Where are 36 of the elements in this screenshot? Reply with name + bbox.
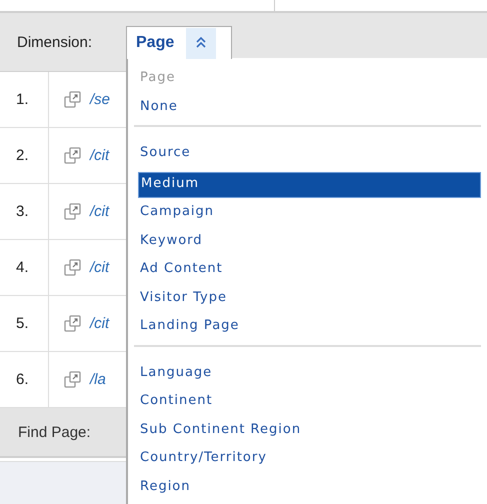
external-link-icon[interactable] bbox=[64, 146, 82, 164]
menu-item[interactable]: Continent bbox=[138, 389, 481, 418]
menu-item[interactable]: Language bbox=[138, 360, 481, 389]
page-link[interactable]: /cit bbox=[90, 259, 110, 276]
menu-item[interactable]: None bbox=[138, 94, 481, 123]
menu-item[interactable]: Sub Continent Region bbox=[138, 418, 481, 446]
page-link[interactable]: /se bbox=[90, 91, 110, 108]
menu-item[interactable]: Landing Page bbox=[138, 314, 481, 342]
row-number: 1. bbox=[0, 72, 49, 127]
chevron-up-icon[interactable] bbox=[186, 28, 216, 58]
dimension-label: Dimension: bbox=[17, 34, 92, 50]
menu-item[interactable]: Ad Content bbox=[138, 257, 481, 286]
menu-item[interactable]: Medium bbox=[138, 172, 481, 198]
row-number: 4. bbox=[0, 240, 49, 295]
find-label: Find Page: bbox=[18, 424, 91, 440]
menu-item[interactable]: Visitor Type bbox=[138, 286, 481, 314]
page-link[interactable]: /cit bbox=[90, 147, 110, 164]
menu-item[interactable]: Campaign bbox=[138, 200, 481, 228]
page-link[interactable]: /la bbox=[90, 371, 106, 388]
menu-item[interactable]: Source bbox=[138, 141, 481, 170]
page-link[interactable]: /cit bbox=[90, 315, 110, 332]
page-link[interactable]: /cit bbox=[90, 203, 110, 220]
row-number: 3. bbox=[0, 184, 49, 239]
external-link-icon[interactable] bbox=[64, 90, 82, 108]
row-number: 6. bbox=[0, 352, 49, 407]
row-number: 5. bbox=[0, 296, 49, 351]
external-link-icon[interactable] bbox=[64, 258, 82, 276]
row-number: 2. bbox=[0, 128, 49, 183]
dimension-dropdown[interactable]: Page bbox=[126, 26, 232, 59]
menu-item: Page bbox=[139, 69, 176, 87]
menu-item[interactable]: Country/Territory bbox=[138, 446, 481, 474]
external-link-icon[interactable] bbox=[64, 314, 82, 332]
menu-item[interactable]: Region bbox=[138, 474, 481, 503]
external-link-icon[interactable] bbox=[64, 370, 82, 388]
menu-item[interactable]: Keyword bbox=[138, 228, 481, 257]
external-link-icon[interactable] bbox=[64, 202, 82, 220]
